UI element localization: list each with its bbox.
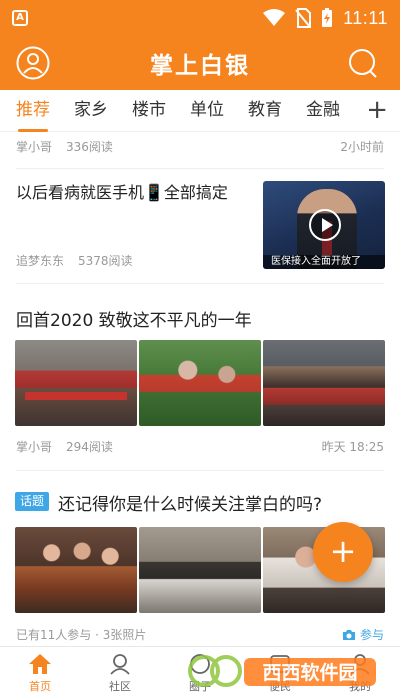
article-author: 追梦东东	[16, 254, 65, 268]
article-author: 掌小哥	[16, 440, 53, 454]
article-reads: 294阅读	[66, 440, 113, 454]
image-banner	[25, 392, 127, 400]
app-screen: A 11:11 掌上白银 推荐 家乡 楼市 单位 教育 金融 + 掌小哥 336…	[0, 0, 400, 700]
article-image-field[interactable]	[139, 340, 261, 426]
video-thumbnail[interactable]: 医保接入全面开放了	[263, 181, 385, 269]
topic-badge: 话题	[15, 492, 50, 511]
status-bar: A 11:11	[0, 0, 400, 36]
tab-education[interactable]: 教育	[248, 90, 282, 132]
tab-workplace[interactable]: 单位	[190, 90, 224, 132]
divider	[16, 470, 384, 471]
create-post-button[interactable]: +	[313, 522, 373, 582]
article-title[interactable]: 以后看病就医手机📱全部搞定	[16, 182, 254, 204]
tab-recommend[interactable]: 推荐	[16, 90, 50, 132]
article-reads: 5378阅读	[78, 254, 133, 268]
article-reads: 336阅读	[66, 140, 113, 154]
watermark-logo: 西西软件园	[188, 655, 376, 687]
battery-charging-icon	[322, 8, 333, 27]
user-icon	[16, 46, 50, 80]
play-icon[interactable]	[309, 209, 341, 241]
nav-label: 首页	[29, 680, 51, 693]
add-tab-button[interactable]: +	[366, 96, 388, 124]
status-time: 11:11	[343, 7, 388, 28]
article-title[interactable]: 回首2020 致敬这不平凡的一年	[16, 306, 252, 331]
home-icon	[29, 654, 51, 674]
topic-image-building[interactable]	[139, 527, 261, 613]
article-meta: 掌小哥 294阅读 昨天 18:25	[16, 438, 384, 455]
article-meta: 追梦东东 5378阅读	[16, 252, 254, 269]
page-title: 掌上白银	[150, 53, 250, 79]
article-author: 掌小哥	[16, 140, 53, 154]
wifi-icon	[263, 9, 286, 26]
profile-button[interactable]	[16, 46, 50, 80]
article-image-award[interactable]	[263, 340, 385, 426]
article-time: 昨天 18:25	[321, 440, 384, 454]
search-icon	[349, 49, 377, 78]
app-header: 掌上白银	[0, 36, 400, 90]
camera-icon	[342, 629, 355, 640]
join-topic-button[interactable]: 参与	[342, 626, 384, 643]
search-button[interactable]	[346, 46, 380, 80]
app-notification-icon: A	[12, 10, 28, 26]
nav-item-home[interactable]: 首页	[0, 647, 80, 700]
tab-hometown[interactable]: 家乡	[74, 90, 108, 132]
topic-title[interactable]: 还记得你是什么时候关注掌白的吗?	[58, 490, 322, 515]
watermark-text: 西西软件园	[262, 661, 357, 684]
article-image-group-photo[interactable]	[15, 340, 137, 426]
previous-article-meta: 掌小哥 336阅读 2小时前	[16, 138, 384, 155]
tab-finance[interactable]: 金融	[306, 90, 340, 132]
article-time: 2小时前	[340, 140, 384, 154]
divider	[16, 168, 384, 169]
no-sim-icon	[295, 8, 312, 28]
community-icon	[110, 654, 130, 675]
video-caption: 医保接入全面开放了	[263, 255, 385, 269]
category-tabs: 推荐 家乡 楼市 单位 教育 金融 +	[0, 90, 400, 132]
tab-real-estate[interactable]: 楼市	[132, 90, 166, 132]
nav-item-community[interactable]: 社区	[80, 647, 160, 700]
divider	[16, 283, 384, 284]
topic-meta: 已有11人参与 · 3张照片 参与	[16, 626, 384, 643]
topic-participants: 已有11人参与 · 3张照片	[16, 628, 147, 642]
nav-label: 社区	[109, 680, 131, 693]
topic-image-dinner[interactable]	[15, 527, 137, 613]
join-label: 参与	[359, 628, 384, 642]
